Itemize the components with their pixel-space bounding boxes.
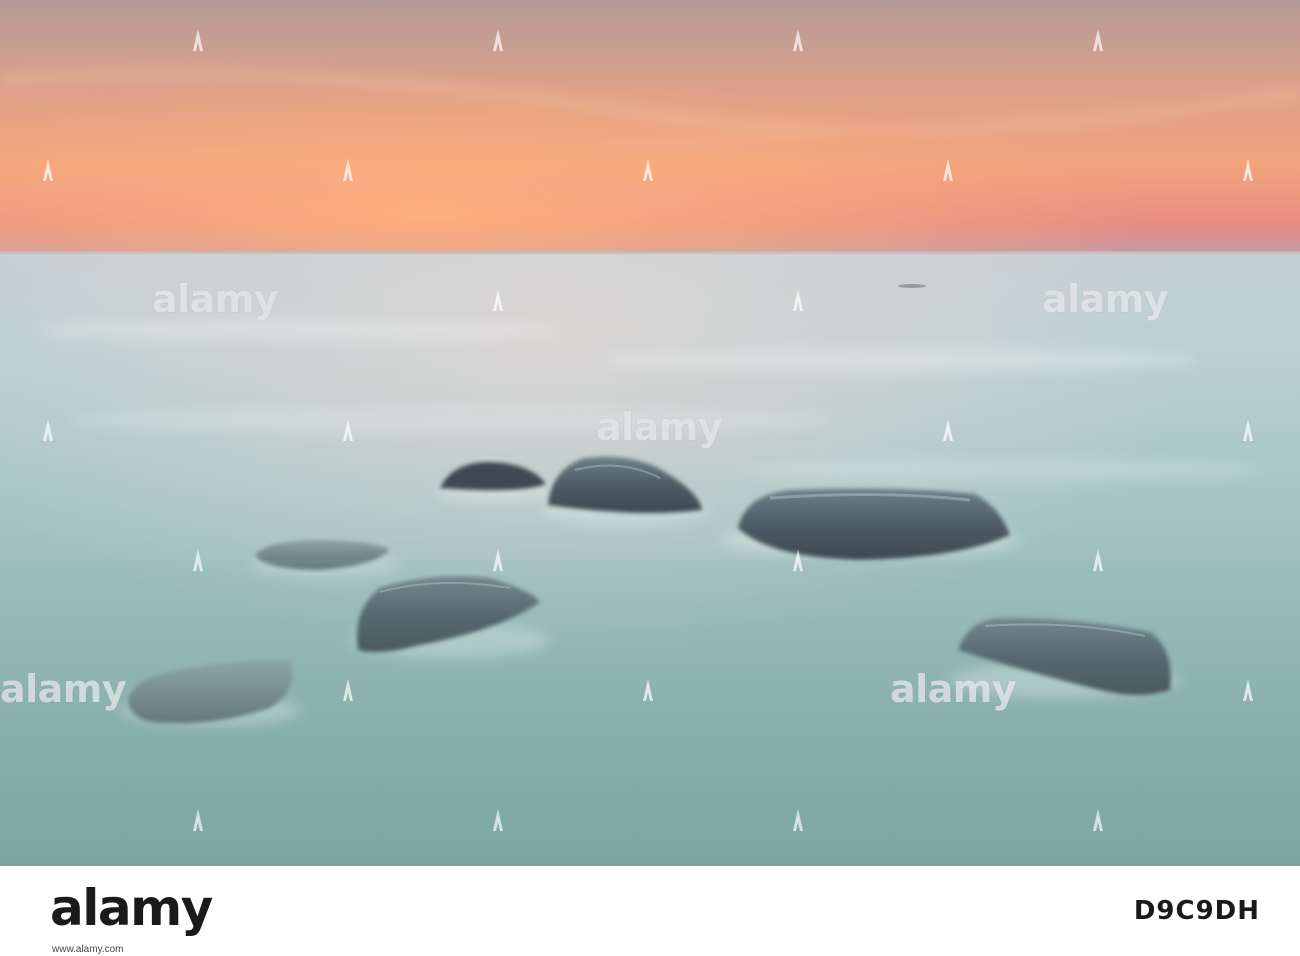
alamy-logo: alamy bbox=[50, 879, 213, 937]
seascape-scene bbox=[0, 0, 1300, 866]
seascape-photo: alamy alamy alamy alamy alamy bbox=[0, 0, 1300, 866]
footer-bar: alamy www.alamy.com D9C9DH bbox=[0, 866, 1300, 956]
footer-url: www.alamy.com bbox=[52, 944, 124, 955]
image-id: D9C9DH bbox=[1133, 896, 1260, 926]
